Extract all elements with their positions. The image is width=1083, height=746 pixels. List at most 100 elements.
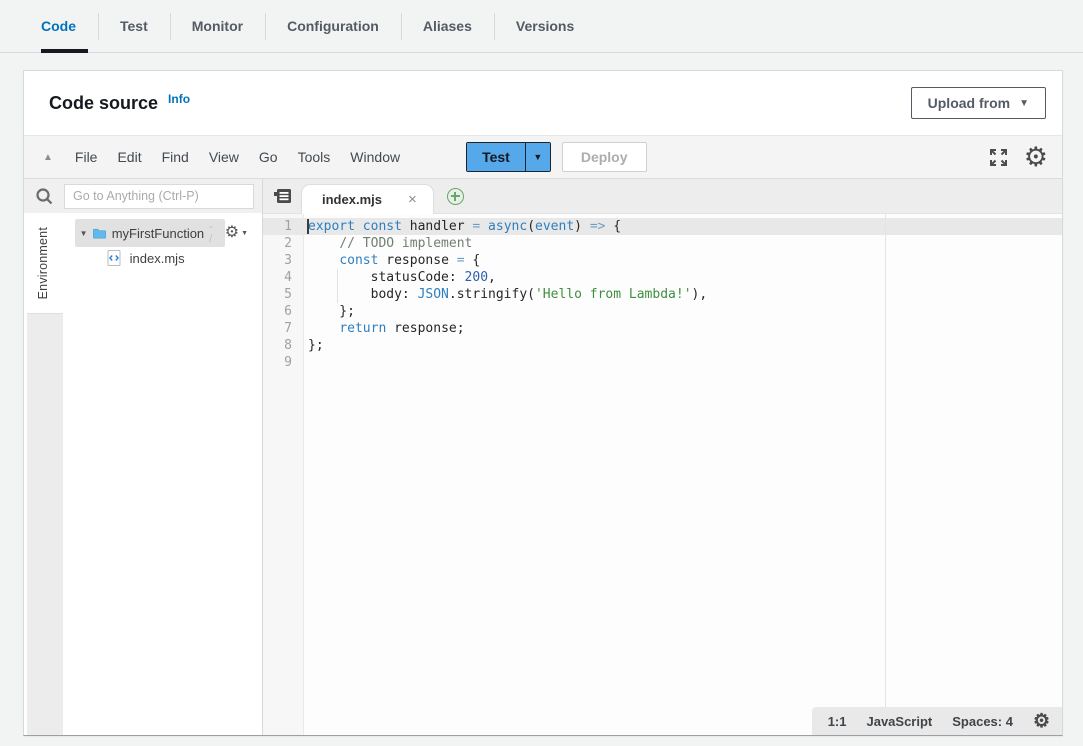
tab-list-icon[interactable] [263,188,301,204]
menu-edit[interactable]: Edit [107,149,151,165]
code-editor[interactable]: 123456789 export const handler = async(e… [263,214,1062,735]
code-token: , [488,270,496,285]
code-token: response; [386,321,464,336]
code-token: async [488,219,527,234]
folder-icon [93,227,106,240]
environment-strip-filler [27,313,63,735]
editor-menubar: ▲ File Edit Find View Go Tools Window Te… [24,136,1062,179]
code-token: => [590,219,606,234]
code-line[interactable] [308,354,1062,371]
editor-status-bar: 1:1 JavaScript Spaces: 4 ⚙ [812,707,1062,735]
environment-tab[interactable]: Environment [24,213,63,313]
code-line[interactable]: // TODO implement [308,235,1062,252]
editor-settings-gear-icon[interactable]: ⚙ [1033,712,1050,731]
tab-configuration-label: Configuration [287,18,379,34]
tree-settings-button[interactable]: ⚙ ▼ [225,225,248,241]
line-number[interactable]: 8 [263,337,303,354]
collapse-pane-icon[interactable]: ▲ [43,152,53,163]
indentation-setting[interactable]: Spaces: 4 [952,714,1013,729]
code-token: = [457,253,465,268]
line-number[interactable]: 2 [263,235,303,252]
tab-configuration[interactable]: Configuration [265,0,401,52]
tab-aliases[interactable]: Aliases [401,0,494,52]
menu-view[interactable]: View [199,149,249,165]
code-token: statusCode: [308,270,465,285]
line-number[interactable]: 5 [263,286,303,303]
ide-container: ▲ File Edit Find View Go Tools Window Te… [24,135,1062,735]
deploy-button[interactable]: Deploy [562,142,647,172]
panel-header: Code source Info Upload from ▼ [24,71,1062,135]
editor-column: index.mjs × 123456789 export const handl… [262,179,1062,735]
left-sidebar: Environment ▼ myFirstFunction [24,179,262,735]
code-token [355,219,363,234]
menu-find[interactable]: Find [152,149,199,165]
tab-code-label: Code [41,18,76,34]
upload-from-button[interactable]: Upload from ▼ [911,87,1046,119]
line-number[interactable]: 7 [263,320,303,337]
code-token: { [465,253,481,268]
print-margin-rule [885,214,886,735]
tab-code[interactable]: Code [41,0,98,52]
menu-tools[interactable]: Tools [288,149,341,165]
test-split-button: Test ▼ [466,142,551,172]
fullscreen-icon[interactable] [989,148,1008,167]
code-line[interactable]: return response; [308,320,1062,337]
code-line[interactable]: statusCode: 200, [308,269,1062,286]
folder-expand-icon[interactable]: ▼ [80,229,88,238]
test-button[interactable]: Test [467,143,525,171]
code-line[interactable]: export const handler = async(event) => { [304,218,1062,235]
file-tree: ▼ myFirstFunction - / ⚙ ▼ [63,213,262,735]
code-source-panel: Code source Info Upload from ▼ ▲ File Ed… [23,70,1063,736]
code-token: body: [308,287,418,302]
code-line[interactable]: body: JSON.stringify('Hello from Lambda!… [308,286,1062,303]
code-lines: export const handler = async(event) => {… [308,218,1062,371]
code-line[interactable]: }; [308,303,1062,320]
code-token: ), [692,287,708,302]
line-number[interactable]: 3 [263,252,303,269]
cursor-position[interactable]: 1:1 [828,714,847,729]
menu-file[interactable]: File [65,149,108,165]
indent-guide [337,269,338,303]
file-code-icon [107,250,121,266]
upload-from-label: Upload from [928,95,1010,111]
code-token [308,253,339,268]
goto-anything-input[interactable] [64,184,254,209]
line-number[interactable]: 9 [263,354,303,371]
folder-name: myFirstFunction [112,226,204,241]
tab-aliases-label: Aliases [423,18,472,34]
editor-tab-label: index.mjs [322,192,382,207]
tree-row-file[interactable]: index.mjs [63,247,262,269]
test-dropdown-caret[interactable]: ▼ [525,143,550,171]
left-lower: Environment ▼ myFirstFunction [24,213,262,735]
language-mode[interactable]: JavaScript [866,714,932,729]
close-icon[interactable]: × [408,192,417,207]
code-token: const [363,219,402,234]
tab-monitor[interactable]: Monitor [170,0,265,52]
settings-gear-icon[interactable]: ⚙ [1024,144,1048,171]
line-number[interactable]: 1 [263,218,303,235]
page-title: Code source [49,93,158,114]
line-number[interactable]: 4 [263,269,303,286]
code-token [308,321,339,336]
line-number[interactable]: 6 [263,303,303,320]
code-token: 'Hello from Lambda!' [535,287,692,302]
code-token: export [308,219,355,234]
code-line[interactable]: const response = { [308,252,1062,269]
code-token: // TODO implement [339,236,472,251]
line-number-gutter: 123456789 [263,214,304,735]
search-icon[interactable] [24,187,64,206]
tab-test[interactable]: Test [98,0,170,52]
code-token: return [339,321,386,336]
chevron-down-icon: ▼ [1019,98,1029,109]
code-token [308,236,339,251]
new-tab-plus-icon[interactable] [447,188,464,205]
tree-row-folder[interactable]: ▼ myFirstFunction - / ⚙ ▼ [63,222,262,244]
info-link[interactable]: Info [168,92,190,106]
code-line[interactable]: }; [308,337,1062,354]
tab-versions[interactable]: Versions [494,0,596,52]
code-token: ( [527,219,535,234]
menu-go[interactable]: Go [249,149,288,165]
editor-tab-index-mjs[interactable]: index.mjs × [301,184,434,214]
menu-window[interactable]: Window [340,149,410,165]
code-pane[interactable]: export const handler = async(event) => {… [304,214,1062,735]
